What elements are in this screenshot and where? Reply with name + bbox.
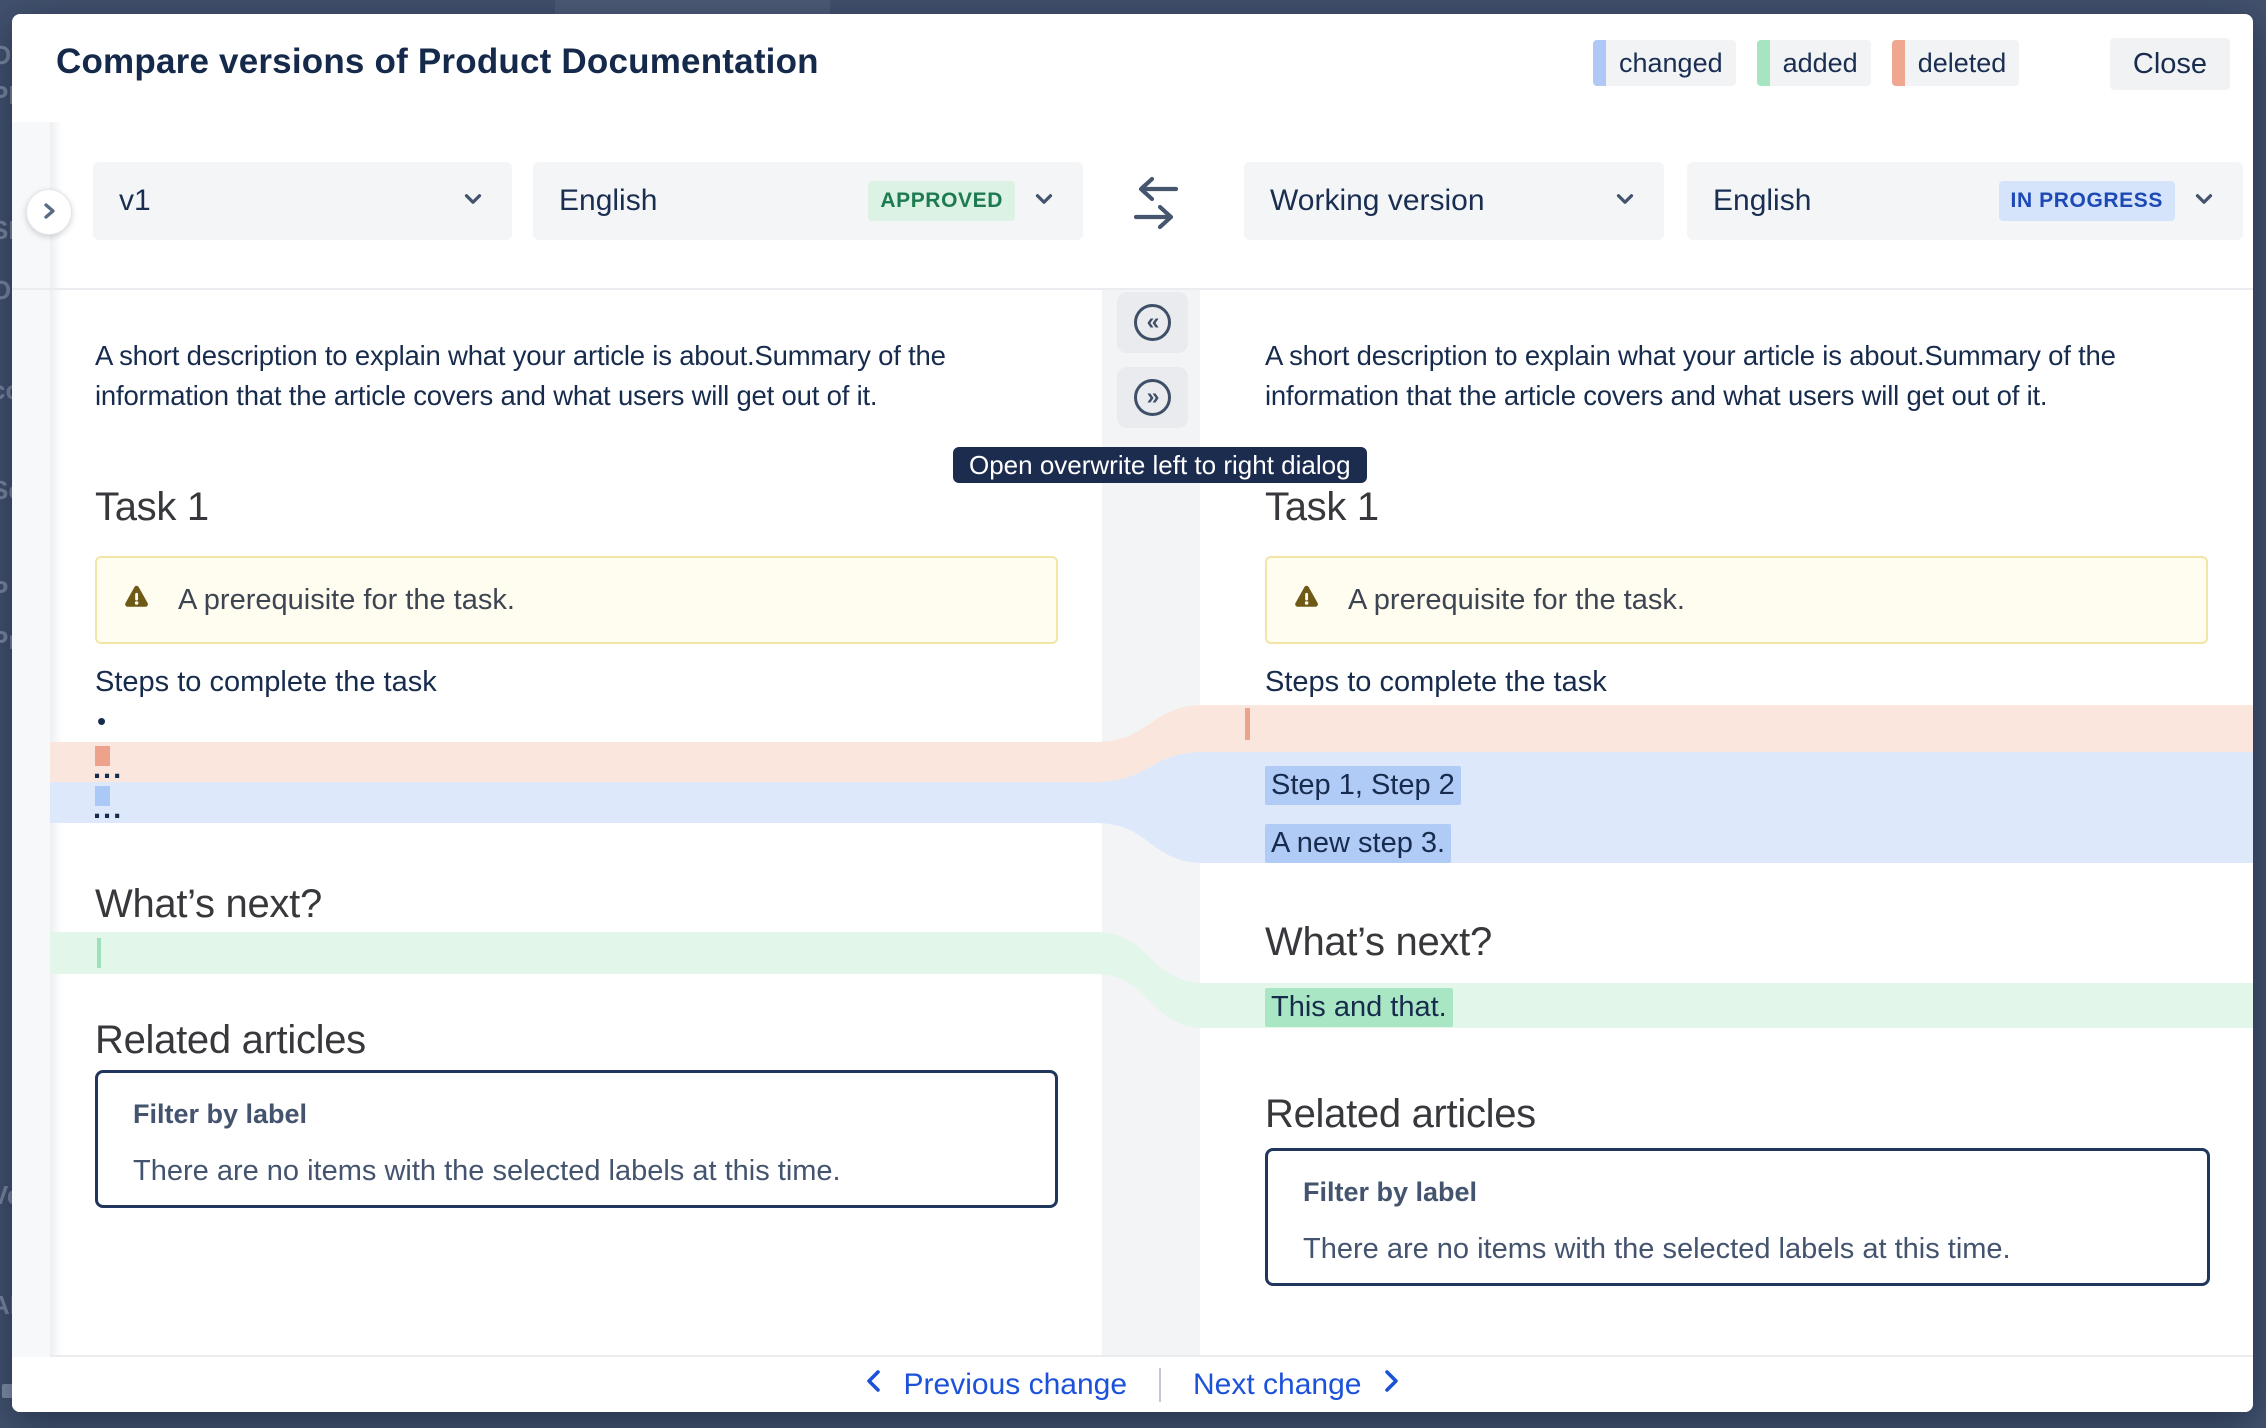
filter-by-label-text: Filter by label [133,1099,307,1130]
right-warning-panel: A prerequisite for the task. [1265,556,2208,644]
no-items-message: There are no items with the selected lab… [133,1155,841,1188]
overwrite-left-to-right-button[interactable]: » [1117,367,1188,428]
changed-band-left [50,782,1102,823]
previous-change-button[interactable]: Previous change [862,1367,1127,1403]
left-language-value: English [559,184,657,218]
diff-legend: changed added deleted [1593,40,2019,86]
collapsed-deleted-ellipsis: ... [93,754,123,784]
added-band-left [50,932,1102,974]
collapsed-sidebar-rail [12,122,50,1412]
left-related-articles-heading: Related articles [95,1018,366,1063]
page-backdrop: O PH SH O co Se P Pr Ve AP Compare versi… [0,0,2266,1428]
chevron-down-icon [460,186,486,217]
added-text-line: This and that. [1265,988,1453,1027]
legend-chip-added: added [1757,40,1871,86]
chevron-right-icon [1379,1367,1403,1403]
left-whats-next-heading: What’s next? [95,882,322,927]
chevron-right-icon [37,199,61,226]
right-whats-next-heading: What’s next? [1265,920,1492,965]
next-change-button[interactable]: Next change [1193,1367,1403,1403]
left-warning-text: A prerequisite for the task. [178,584,515,617]
right-related-articles-heading: Related articles [1265,1092,1536,1137]
warning-icon [121,583,152,617]
deleted-band-right [1199,705,2253,752]
right-warning-text: A prerequisite for the task. [1348,584,1685,617]
chevron-left-icon [862,1367,886,1403]
no-items-message: There are no items with the selected lab… [1303,1233,2011,1266]
deleted-band-left [50,742,1102,782]
left-warning-panel: A prerequisite for the task. [95,556,1058,644]
deleted-color-swatch [1892,40,1905,86]
added-color-swatch [1757,40,1770,86]
overwrite-right-to-left-button[interactable]: « [1117,292,1188,353]
left-steps-label: Steps to complete the task [95,666,437,699]
legend-chip-label: deleted [1905,40,2020,86]
legend-chip-label: changed [1606,40,1736,86]
close-button[interactable]: Close [2110,38,2230,90]
overwrite-tooltip: Open overwrite left to right dialog [953,447,1367,483]
right-language-value: English [1713,184,1811,218]
left-list-bullet: • [97,706,106,737]
left-description-paragraph: A short description to explain what your… [95,336,1080,416]
right-version-value: Working version [1270,184,1485,218]
chevron-down-icon [2191,186,2217,217]
right-version-dropdown[interactable]: Working version [1244,162,1664,240]
left-related-articles-panel: Filter by label There are no items with … [95,1070,1058,1208]
left-language-dropdown[interactable]: English APPROVED [533,162,1083,240]
compare-versions-dialog: Compare versions of Product Documentatio… [12,14,2253,1412]
legend-chip-label: added [1770,40,1871,86]
deleted-marker-right [1245,708,1250,740]
next-change-label: Next change [1193,1368,1361,1402]
approved-status-badge: APPROVED [868,181,1015,221]
nav-separator [1159,1368,1161,1402]
right-related-articles-panel: Filter by label There are no items with … [1265,1148,2210,1286]
right-language-dropdown[interactable]: English IN PROGRESS [1687,162,2243,240]
right-steps-label: Steps to complete the task [1265,666,1607,699]
changed-text-line: A new step 3. [1265,824,1451,863]
left-version-dropdown[interactable]: v1 [93,162,512,240]
legend-chip-deleted: deleted [1892,40,2020,86]
swap-directions-icon [1128,174,1182,232]
filter-by-label-text: Filter by label [1303,1177,1477,1208]
in-progress-status-badge: IN PROGRESS [1999,181,2175,221]
right-task-heading: Task 1 [1265,485,1379,530]
backdrop-topbar-segment [555,0,830,14]
chevron-down-icon [1031,186,1057,217]
changed-text-line: Step 1, Step 2 [1265,766,1461,805]
changed-color-swatch [1593,40,1606,86]
chevrons-right-circle-icon: » [1134,379,1171,416]
chevron-down-icon [1612,186,1638,217]
left-version-value: v1 [119,184,151,218]
right-description-paragraph: A short description to explain what your… [1265,336,2250,416]
change-navigation: Previous change Next change [12,1357,2253,1412]
added-marker-left [97,938,101,968]
dialog-title: Compare versions of Product Documentatio… [56,42,819,82]
previous-change-label: Previous change [904,1368,1127,1402]
legend-chip-changed: changed [1593,40,1736,86]
chevrons-left-circle-icon: « [1134,304,1171,341]
collapsed-changed-ellipsis: ... [93,794,123,824]
expand-panel-button[interactable] [26,189,72,235]
left-task-heading: Task 1 [95,485,209,530]
warning-icon [1291,583,1322,617]
